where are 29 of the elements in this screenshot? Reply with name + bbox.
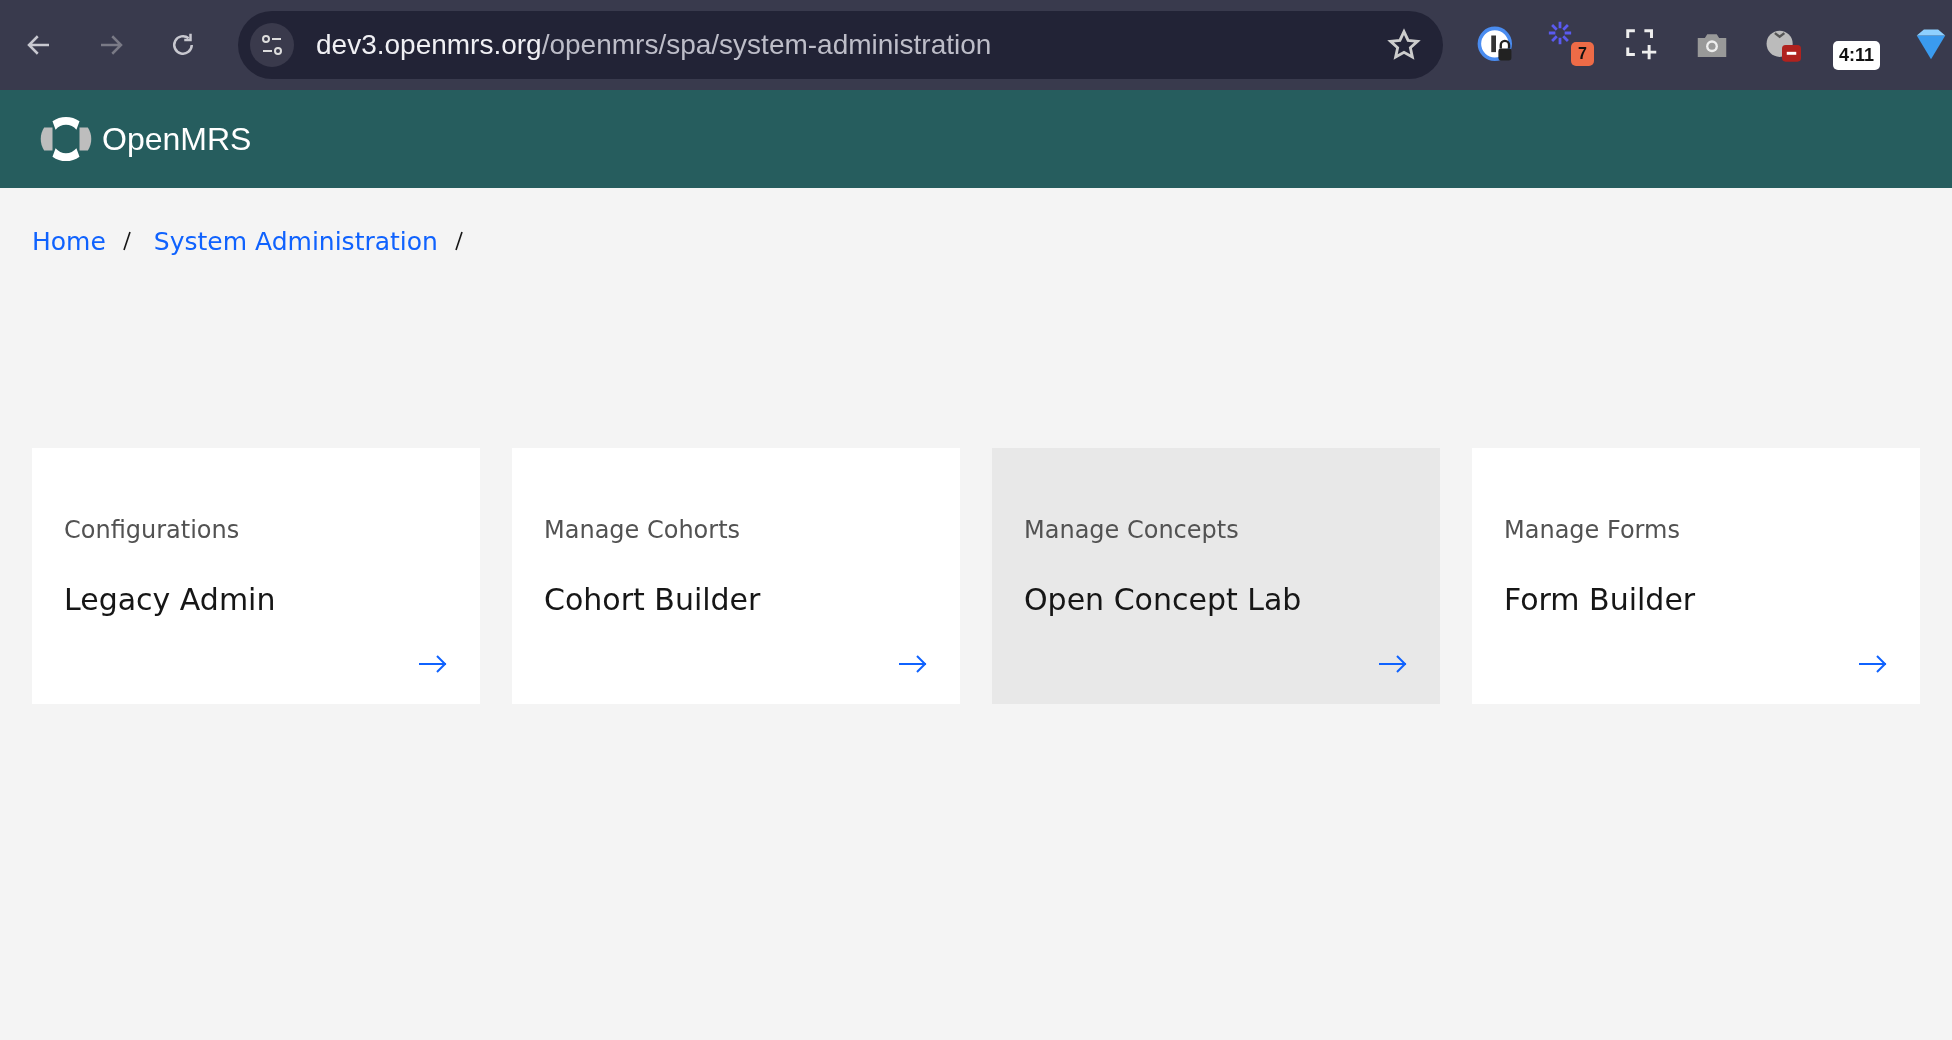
tile-title: Legacy Admin <box>64 582 277 617</box>
url-host: dev3.openmrs.org <box>316 29 542 61</box>
app-name: OpenMRS <box>102 120 252 158</box>
tile-label: Manage Concepts <box>1024 516 1240 544</box>
breadcrumb-separator-icon <box>121 229 132 253</box>
arrow-right-icon <box>1378 654 1408 674</box>
site-settings-icon[interactable] <box>250 23 294 67</box>
timer-badge[interactable]: 4:11 <box>1833 40 1881 70</box>
address-bar[interactable]: dev3.openmrs.org/openmrs/spa/system-administration <box>238 11 1443 79</box>
url-path: /openmrs/spa/system-administration <box>541 29 992 61</box>
admin-tile[interactable]: Manage Cohorts Cohort Builder <box>512 448 960 704</box>
breadcrumb-link[interactable]: System Administration <box>153 226 438 256</box>
admin-tile[interactable]: Manage Concepts Open Concept Lab <box>992 448 1440 704</box>
breadcrumb-link[interactable]: Home <box>32 226 106 256</box>
tile-label: Manage Cohorts <box>544 516 742 544</box>
tile-label: Configurations <box>64 516 241 544</box>
admin-tile[interactable]: Manage Forms Form Builder <box>1472 448 1920 704</box>
password-lock-icon[interactable] <box>1477 26 1515 64</box>
tile-title: Open Concept Lab <box>1024 582 1303 617</box>
tile-title: Cohort Builder <box>544 582 762 617</box>
star-icon[interactable] <box>1387 28 1421 62</box>
arrow-right-icon <box>1858 654 1888 674</box>
extension-badge: 7 <box>1571 42 1594 66</box>
arrow-right-icon <box>418 654 448 674</box>
tile-label: Manage Forms <box>1504 516 1681 544</box>
admin-tile[interactable]: Configurations Legacy Admin <box>32 448 480 704</box>
arrow-right-icon <box>898 654 928 674</box>
breadcrumb-separator-icon <box>453 229 464 253</box>
tile-title: Form Builder <box>1504 582 1697 617</box>
